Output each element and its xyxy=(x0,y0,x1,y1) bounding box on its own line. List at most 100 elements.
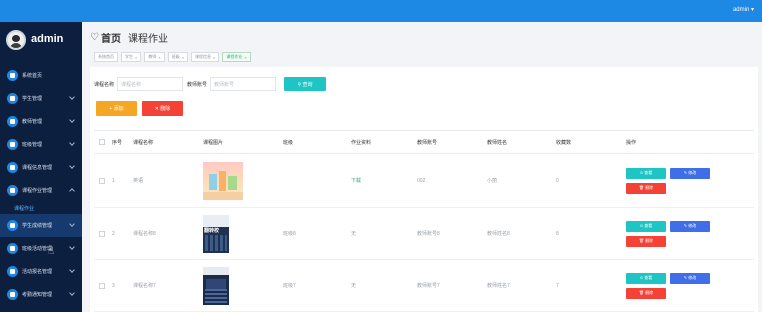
sidebar-item-classes[interactable]: 班级管理 xyxy=(0,133,82,156)
row-teacher-name: 教师姓名8 xyxy=(487,231,510,237)
row-favorites: 0 xyxy=(556,177,559,184)
sidebar-item-label: 系统首页 xyxy=(22,73,43,79)
sidebar-item-grades[interactable]: 学生成绩管理 xyxy=(0,214,82,237)
row-operations: ⊙ 查看 ✎ 修改 🗑 删除 xyxy=(624,220,734,247)
brand: admin xyxy=(0,22,82,62)
tag-class[interactable]: 班级 × xyxy=(167,52,189,62)
col-teacher-account: 教师账号 xyxy=(417,139,438,146)
chevron-down-icon xyxy=(69,94,75,100)
heart-icon: ♡ xyxy=(90,32,99,43)
row-operations: ⊙ 查看 ✎ 修改 🗑 删除 xyxy=(624,272,734,299)
row-class: 班级8 xyxy=(283,231,296,237)
remove-button[interactable]: 🗑 删除 xyxy=(626,182,666,194)
add-button[interactable]: + 添加 xyxy=(96,101,137,116)
row-course-image xyxy=(201,161,281,200)
action-bar: + 添加 ✕ 删除 xyxy=(96,101,183,116)
sidebar-item-course-homework[interactable]: 课程作业管理 xyxy=(0,179,82,202)
row-class: 班级7 xyxy=(283,283,296,289)
course-icon xyxy=(7,162,18,173)
sidebar-item-activities[interactable]: 班级活动管理 xyxy=(0,237,82,260)
grade-icon xyxy=(7,220,18,231)
row-select-cell xyxy=(94,282,110,289)
row-checkbox[interactable] xyxy=(99,282,105,289)
sidebar-item-home[interactable]: 系统首页 xyxy=(0,64,82,87)
row-checkbox[interactable] xyxy=(99,177,105,184)
remove-button[interactable]: 🗑 删除 xyxy=(626,287,666,299)
course-name-input[interactable]: 课程名称 xyxy=(117,77,184,91)
chevron-down-icon xyxy=(69,267,75,273)
remove-button[interactable]: 🗑 删除 xyxy=(626,235,666,247)
sidebar-item-teachers[interactable]: 教师管理 xyxy=(0,110,82,133)
sidebar-item-label: 考勤通知管理 xyxy=(22,292,53,298)
tag-course-info[interactable]: 课程信息 × xyxy=(191,52,220,62)
col-operations: 操作 xyxy=(626,139,637,146)
col-teacher-name: 教师姓名 xyxy=(487,139,508,146)
row-course-name: 课程名称7 xyxy=(133,283,156,289)
row-homework-file: 无 xyxy=(351,231,357,237)
course-image: 翻转校 xyxy=(203,214,229,253)
select-all-checkbox[interactable] xyxy=(99,139,105,145)
sidebar-item-label: 学生成绩管理 xyxy=(22,223,53,229)
col-favorites: 收藏数 xyxy=(556,139,572,146)
breadcrumb: ♡ 首页 课程作业 xyxy=(90,30,168,45)
sidebar-item-label: 课程作业管理 xyxy=(22,188,53,194)
close-icon[interactable]: × xyxy=(213,55,215,60)
tag-teacher[interactable]: 教师 × xyxy=(144,52,165,62)
teacher-icon xyxy=(7,116,18,127)
row-course-image: 翻转校 xyxy=(201,214,281,253)
search-button[interactable]: ⚲ 查询 xyxy=(284,77,327,91)
edit-button[interactable]: ✎ 修改 xyxy=(670,272,710,284)
view-button[interactable]: ⊙ 查看 xyxy=(626,272,666,284)
chevron-down-icon xyxy=(69,117,75,123)
breadcrumb-home[interactable]: 首页 xyxy=(101,30,121,45)
select-all-cell xyxy=(94,139,110,145)
sidebar-menu: 系统首页 学生管理 教师管理 班级管理 课程信息管理 课程作业管理 课程作业 学… xyxy=(0,64,82,306)
col-no: 序号 xyxy=(112,139,123,146)
row-checkbox[interactable] xyxy=(99,230,105,237)
view-button[interactable]: ⊙ 查看 xyxy=(626,220,666,232)
class-icon xyxy=(7,139,18,150)
col-class: 班级 xyxy=(283,139,294,146)
tag-student[interactable]: 学生 × xyxy=(121,52,142,62)
close-icon[interactable]: × xyxy=(135,55,137,60)
sidebar-item-course-info[interactable]: 课程信息管理 xyxy=(0,156,82,179)
col-course-image: 课程图片 xyxy=(203,139,224,146)
tag-home[interactable]: 系统首页 xyxy=(94,52,118,62)
sidebar-item-label: 教师管理 xyxy=(22,119,43,125)
edit-button[interactable]: ✎ 修改 xyxy=(670,167,710,179)
tab-tags: 系统首页 学生 × 教师 × 班级 × 课程信息 × 课程作业 × xyxy=(94,52,251,62)
row-teacher-account: 教师账号7 xyxy=(417,283,440,289)
activity-icon xyxy=(7,243,18,254)
edit-button[interactable]: ✎ 修改 xyxy=(670,220,710,232)
row-homework-download[interactable]: 下载 xyxy=(349,177,415,184)
close-icon[interactable]: × xyxy=(158,55,160,60)
col-course-name: 课程名称 xyxy=(133,139,154,146)
sidebar-item-students[interactable]: 学生管理 xyxy=(0,87,82,110)
delete-button[interactable]: ✕ 删除 xyxy=(142,101,183,116)
sidebar: admin 系统首页 学生管理 教师管理 班级管理 课程信息管理 课程作业管理 … xyxy=(0,22,82,312)
course-image-text: 翻转校 xyxy=(204,227,220,234)
tag-label: 课程作业 xyxy=(226,54,243,59)
sidebar-item-label: 学生管理 xyxy=(22,96,43,102)
homework-table: 序号 课程名称 课程图片 班级 作业资料 教师账号 教师姓名 收藏数 操作 1 … xyxy=(94,130,754,312)
course-name-label: 课程名称 xyxy=(94,81,115,88)
tag-label: 系统首页 xyxy=(98,54,114,59)
chevron-down-icon xyxy=(69,140,75,146)
row-favorites: 7 xyxy=(556,282,559,289)
chevron-down-icon xyxy=(69,163,75,169)
user-menu[interactable]: admin ▾ xyxy=(733,6,754,13)
brand-name: admin xyxy=(31,33,64,45)
search-bar: 课程名称 课程名称 教师账号 教师账号 ⚲ 查询 xyxy=(94,77,327,91)
tag-course-homework[interactable]: 课程作业 × xyxy=(222,52,251,62)
sidebar-item-signup[interactable]: 活动报名管理 xyxy=(0,260,82,283)
homework-panel: 课程名称 课程名称 教师账号 教师账号 ⚲ 查询 + 添加 ✕ 删除 序号 课程… xyxy=(90,67,758,312)
row-select-cell xyxy=(94,230,110,237)
sidebar-item-attendance[interactable]: 考勤通知管理 xyxy=(0,283,82,306)
row-operations: ⊙ 查看 ✎ 修改 🗑 删除 xyxy=(624,167,734,194)
sidebar-subitem-homework[interactable]: 课程作业 xyxy=(0,202,82,214)
teacher-account-input[interactable]: 教师账号 xyxy=(210,77,277,91)
close-icon[interactable]: × xyxy=(244,55,246,60)
close-icon[interactable]: × xyxy=(182,55,184,60)
view-button[interactable]: ⊙ 查看 xyxy=(626,167,666,179)
row-course-name: 课程名称8 xyxy=(133,231,156,237)
